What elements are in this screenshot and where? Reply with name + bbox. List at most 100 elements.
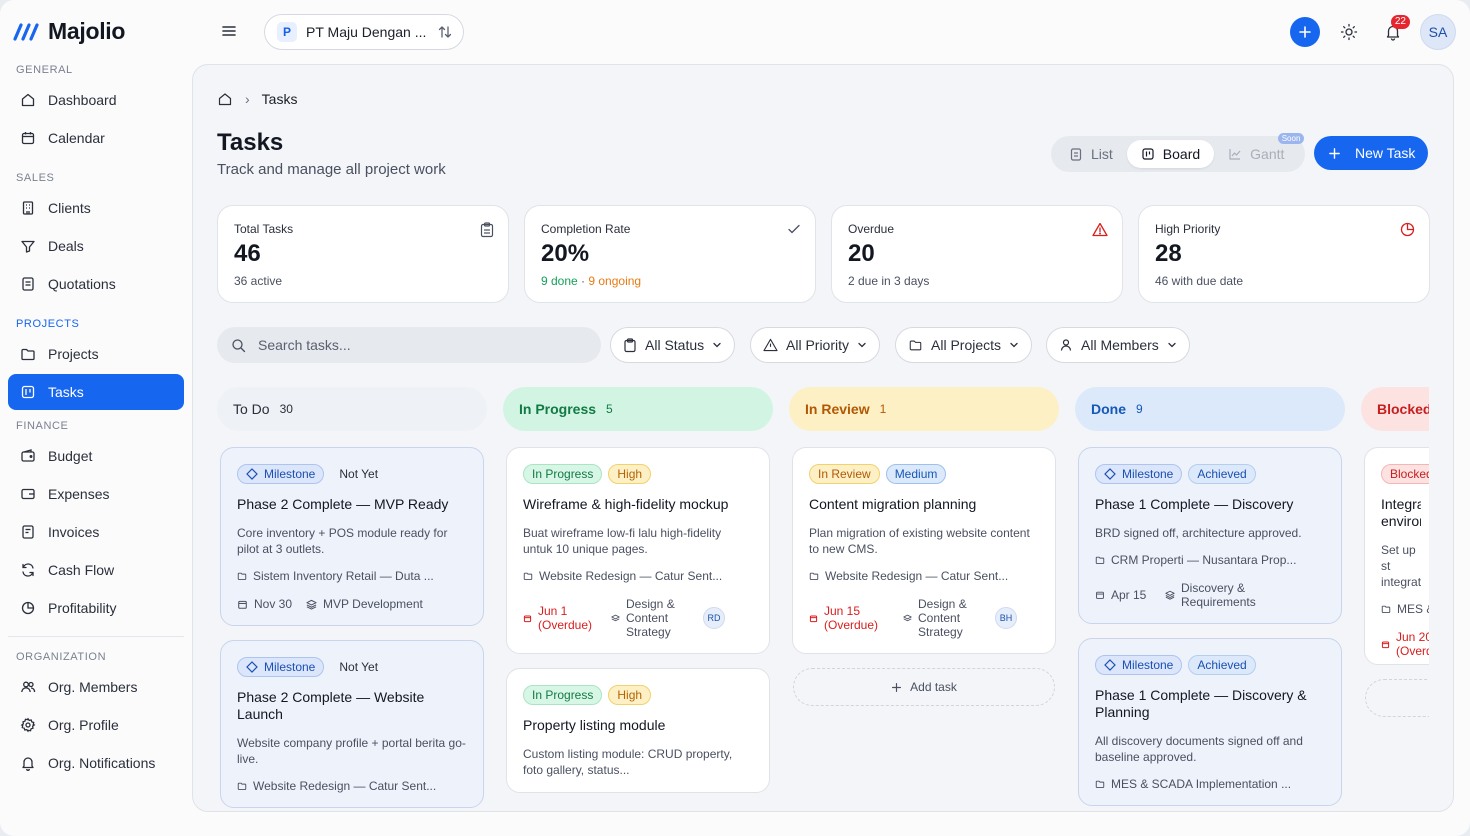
column-header[interactable]: To Do 30 (217, 387, 487, 431)
task-card[interactable]: In Progress High Wireframe & high-fideli… (506, 447, 770, 654)
column-title: Done (1091, 401, 1126, 417)
column-header[interactable]: Done 9 (1075, 387, 1345, 431)
card-phase: Design & Content Strategy (903, 597, 981, 639)
card-phase: Discovery & Requirements (1165, 581, 1295, 609)
sidebar-item-dashboard[interactable]: Dashboard (8, 82, 184, 118)
filter-projects[interactable]: All Projects (895, 327, 1033, 363)
card-title: Phase 1 Complete — Discovery (1095, 496, 1294, 512)
soon-badge: Soon (1277, 133, 1305, 144)
view-tab-label: Gantt (1250, 146, 1285, 162)
column-header[interactable]: Blocked (1361, 387, 1429, 431)
assignee-avatar[interactable]: BH (995, 607, 1017, 629)
card-date: Nov 30 (237, 597, 292, 611)
sidebar-item-expenses[interactable]: Expenses (8, 476, 184, 512)
assignee-avatar[interactable]: RD (703, 607, 725, 629)
kanban-board: To Do 30 Milestone Not Yet Phase 2 Compl… (217, 387, 1429, 811)
add-task-label: Add task (910, 680, 957, 694)
sidebar-item-budget[interactable]: Budget (8, 438, 184, 474)
card-footer: Jun 20 (Overd (1381, 630, 1429, 658)
task-card[interactable]: Milestone Not Yet Phase 2 Complete — Web… (220, 640, 484, 808)
theme-toggle-button[interactable] (1334, 17, 1364, 47)
folder-icon (523, 572, 533, 580)
sidebar-item-invoices[interactable]: Invoices (8, 514, 184, 550)
stat-sub-separator: · (577, 274, 589, 288)
new-task-button[interactable]: New Task (1314, 136, 1428, 170)
task-card[interactable]: Milestone Achieved Phase 1 Complete — Di… (1078, 638, 1342, 806)
users-icon (21, 681, 36, 693)
home-icon[interactable] (217, 91, 233, 107)
card-project: Website Redesign — Catur Sent... (237, 779, 467, 793)
sidebar-item-quotations[interactable]: Quotations (8, 266, 184, 302)
column-title: To Do (233, 401, 270, 417)
sidebar-item-org-notifications[interactable]: Org. Notifications (8, 745, 184, 781)
column-blocked: Blocked Blocked Integrat environ Set up … (1361, 387, 1429, 717)
layers-icon (903, 614, 912, 621)
card-description: Set up st integratio (1381, 543, 1421, 589)
task-card[interactable]: Milestone Not Yet Phase 2 Complete — MVP… (220, 447, 484, 626)
phase-label: MVP Development (323, 597, 423, 611)
project-name: Sistem Inventory Retail — Duta ... (253, 569, 434, 583)
org-switcher[interactable]: P PT Maju Dengan ... (264, 14, 464, 50)
card-title: Wireframe & high-fidelity mockup (523, 496, 729, 512)
sidebar-item-org-members[interactable]: Org. Members (8, 669, 184, 705)
user-avatar[interactable]: SA (1420, 14, 1456, 50)
quick-add-button[interactable] (1290, 17, 1320, 47)
view-tab-list[interactable]: List (1055, 140, 1127, 168)
sidebar-item-profitability[interactable]: Profitability (8, 590, 184, 626)
app-name: Majolio (48, 18, 126, 44)
filter-priority[interactable]: All Priority (750, 327, 881, 363)
card-footer: Jun 15 (Overdue) Design & Content Strate… (809, 597, 1039, 639)
sidebar-item-calendar[interactable]: Calendar (8, 120, 184, 156)
column-header[interactable]: In Progress 5 (503, 387, 773, 431)
card-icon (21, 488, 35, 500)
priority-tag: Medium (885, 464, 947, 484)
folder-icon (237, 782, 247, 790)
chevron-down-icon (858, 342, 866, 348)
stat-value: 20% (541, 240, 590, 267)
calendar-icon (21, 132, 35, 145)
column-title: Blocked (1377, 401, 1429, 417)
user-icon (1060, 339, 1072, 351)
view-tab-board[interactable]: Board (1126, 140, 1215, 168)
card-description: All discovery documents signed off and b… (1095, 734, 1303, 764)
sidebar-section-organization: ORGANIZATION (16, 651, 107, 663)
sidebar-item-cash-flow[interactable]: Cash Flow (8, 552, 184, 588)
filter-members[interactable]: All Members (1046, 327, 1190, 363)
task-card[interactable]: Blocked Integrat environ Set up st integ… (1364, 447, 1429, 665)
card-phase: Design & Content Strategy (611, 597, 689, 639)
phase-label: Design & Content Strategy (626, 597, 675, 639)
task-card[interactable]: In Progress High Property listing module… (506, 668, 770, 793)
clipboard-icon (1070, 148, 1082, 161)
check-icon (788, 224, 800, 234)
column-header[interactable]: In Review 1 (789, 387, 1059, 431)
sidebar-item-label: Dashboard (48, 92, 117, 108)
notifications-button[interactable]: 22 (1378, 15, 1410, 47)
app-logo[interactable]: Majolio (12, 18, 125, 45)
sidebar-item-tasks[interactable]: Tasks (8, 374, 184, 410)
add-task-button[interactable] (1365, 679, 1429, 717)
filter-status[interactable]: All Status (610, 327, 736, 363)
stat-label: Overdue (848, 222, 895, 236)
column-count: 5 (606, 402, 613, 416)
add-task-button[interactable]: Add task (793, 668, 1055, 706)
due-label: Jun 15 (Overdue) (824, 604, 879, 632)
stat-sub: 2 due in 3 days (848, 274, 930, 288)
sidebar-section-general: GENERAL (16, 64, 73, 76)
date-label: Apr 15 (1111, 588, 1147, 602)
calendar-icon (238, 600, 247, 609)
folder-icon (909, 340, 922, 351)
filter-label: All Projects (931, 337, 1002, 353)
sidebar-item-org-profile[interactable]: Org. Profile (8, 707, 184, 743)
column-title: In Progress (519, 401, 597, 417)
sidebar-item-projects[interactable]: Projects (8, 336, 184, 372)
plus-icon (1329, 147, 1340, 159)
task-card[interactable]: Milestone Achieved Phase 1 Complete — Di… (1078, 447, 1342, 624)
task-card[interactable]: In Review Medium Content migration plann… (792, 447, 1056, 654)
bell-icon (22, 757, 34, 771)
phase-label: Design & Content Strategy (918, 597, 967, 639)
search-input[interactable]: Search tasks... (217, 327, 601, 363)
document-icon (22, 277, 34, 291)
sidebar-item-clients[interactable]: Clients (8, 190, 184, 226)
sidebar-item-deals[interactable]: Deals (8, 228, 184, 264)
menu-toggle-button[interactable] (220, 22, 238, 45)
